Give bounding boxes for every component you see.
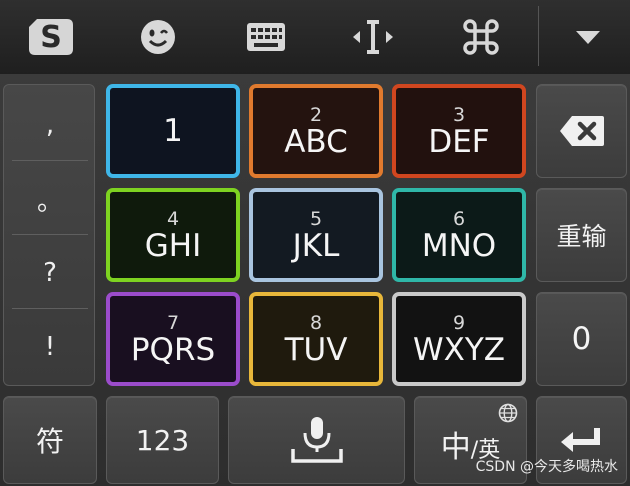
- key-7-pqrs[interactable]: 7 PQRS: [106, 292, 240, 386]
- number-mode-label: 123: [135, 423, 190, 457]
- key-letters: JKL: [292, 227, 340, 264]
- command-button[interactable]: [441, 0, 521, 74]
- key-6-mno[interactable]: 6 MNO: [392, 188, 526, 282]
- keyboard-switch-button[interactable]: [226, 0, 306, 74]
- sogou-logo-button[interactable]: S: [14, 0, 88, 74]
- key-1[interactable]: 1: [106, 84, 240, 178]
- key-letters: DEF: [428, 123, 490, 160]
- symbol-key[interactable]: 符: [3, 396, 97, 484]
- keyboard-icon: [247, 23, 285, 51]
- backspace-icon: [559, 116, 604, 146]
- key-letters: GHI: [144, 227, 202, 264]
- key-digit: 5: [309, 207, 323, 230]
- punct-label: ?: [43, 258, 57, 288]
- punct-exclaim-key[interactable]: !: [12, 311, 88, 383]
- enter-icon: [560, 428, 600, 452]
- globe-icon: [498, 403, 518, 423]
- key-digit: 7: [166, 311, 180, 334]
- divider: [12, 234, 88, 235]
- emoji-button[interactable]: [118, 0, 198, 74]
- punct-label: !: [44, 332, 56, 362]
- punct-question-key[interactable]: ?: [12, 237, 88, 309]
- punct-period-key[interactable]: 。: [12, 163, 88, 235]
- smiley-icon: [141, 20, 175, 54]
- key-digit: 4: [166, 207, 180, 230]
- sogou-logo-icon: S: [29, 19, 73, 55]
- key-letters: PQRS: [130, 331, 216, 368]
- key-digit: 6: [452, 207, 466, 230]
- watermark-text: CSDN @今天多喝热水: [475, 459, 618, 475]
- backspace-key[interactable]: [536, 84, 627, 178]
- key-3-def[interactable]: 3 DEF: [392, 84, 526, 178]
- key-letters: TUV: [284, 331, 348, 368]
- key-label: 1: [163, 113, 183, 149]
- cursor-move-button[interactable]: [333, 0, 413, 74]
- command-icon: [463, 19, 499, 55]
- zero-label: 0: [571, 321, 592, 357]
- keyboard-body: , 。 ? ! 1 2 ABC 3 DEF 4 GHI 5 JKL 6 MNO …: [0, 74, 630, 486]
- key-digit: 3: [452, 103, 466, 126]
- candidate-toolbar: S: [0, 0, 630, 75]
- key-digit: 2: [309, 103, 323, 126]
- key-letters: MNO: [421, 227, 497, 264]
- key-digit: 9: [452, 311, 466, 334]
- key-5-jkl[interactable]: 5 JKL: [249, 188, 383, 282]
- number-mode-key[interactable]: 123: [106, 396, 219, 484]
- toolbar-divider: [538, 6, 539, 66]
- key-8-tuv[interactable]: 8 TUV: [249, 292, 383, 386]
- punct-label: 。: [36, 186, 63, 217]
- punct-label: ,: [45, 110, 55, 140]
- cursor-move-icon: [353, 20, 393, 54]
- punct-comma-key[interactable]: ,: [12, 89, 88, 161]
- divider: [12, 308, 88, 309]
- collapse-keyboard-button[interactable]: [548, 0, 628, 74]
- key-2-abc[interactable]: 2 ABC: [249, 84, 383, 178]
- space-voice-key[interactable]: [228, 396, 405, 484]
- key-letters: WXYZ: [412, 331, 506, 368]
- key-4-ghi[interactable]: 4 GHI: [106, 188, 240, 282]
- key-letters: ABC: [284, 123, 348, 160]
- retype-key[interactable]: 重输: [536, 188, 627, 282]
- retype-label: 重输: [556, 222, 607, 251]
- punctuation-column: , 。 ? !: [3, 84, 95, 386]
- key-9-wxyz[interactable]: 9 WXYZ: [392, 292, 526, 386]
- triangle-down-icon: [576, 31, 600, 44]
- key-digit: 8: [309, 311, 323, 334]
- divider: [12, 160, 88, 161]
- zero-key[interactable]: 0: [536, 292, 627, 386]
- logo-letter: S: [40, 20, 62, 55]
- lang-main: 中: [440, 430, 471, 465]
- symbol-label: 符: [35, 425, 64, 458]
- microphone-icon: [290, 417, 343, 463]
